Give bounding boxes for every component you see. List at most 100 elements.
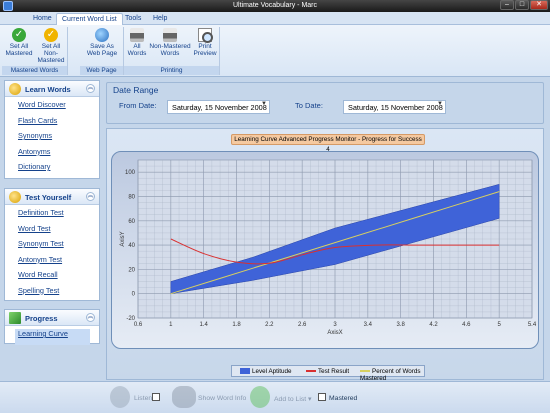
x-axis-title: AxisX bbox=[327, 330, 342, 336]
panel-progress: Progress ︽ Learning Curve bbox=[4, 309, 100, 345]
save-as-web-page-button[interactable]: Save As Web Page bbox=[84, 27, 120, 57]
link-definition-test[interactable]: Definition Test bbox=[18, 208, 99, 224]
mastered-checkbox[interactable] bbox=[318, 393, 326, 401]
panel-test-yourself: Test Yourself ︽ Definition Test Word Tes… bbox=[4, 188, 100, 301]
window-title: Ultimate Vocabulary - Marc bbox=[232, 2, 318, 9]
chart-container: Learning Curve Advanced Progress Monitor… bbox=[106, 128, 544, 382]
tab-home[interactable]: Home bbox=[28, 13, 57, 25]
group-mastered-words: ✓ Set All Mastered ✓ Set All Non-Mastere… bbox=[2, 27, 68, 75]
print-preview-button[interactable]: Print Preview bbox=[192, 27, 218, 57]
x-tick-label: 2.2 bbox=[265, 322, 274, 328]
to-date-label: To Date: bbox=[295, 101, 323, 110]
bulb-icon bbox=[9, 83, 21, 95]
link-spelling-test[interactable]: Spelling Test bbox=[18, 286, 99, 302]
close-button[interactable]: ✕ bbox=[530, 0, 548, 10]
group-printing: All Words Non-Mastered Words Print Previ… bbox=[124, 27, 220, 75]
y-tick-label: 40 bbox=[128, 243, 135, 249]
learning-curve-chart: 0.6 1 1.4 1.8 2.2 2.6 3 3.4 3.8 4.2 4.6 5 5.4 -20 0 20 4… bbox=[120, 159, 537, 336]
panel-header[interactable]: Test Yourself ︽ bbox=[5, 189, 99, 205]
link-word-recall[interactable]: Word Recall bbox=[18, 270, 99, 286]
legend-swatch-area bbox=[240, 368, 250, 375]
set-all-mastered-button[interactable]: ✓ Set All Mastered bbox=[4, 27, 34, 57]
plot-frame: 0.6 1 1.4 1.8 2.2 2.6 3 3.4 3.8 4.2 4.6 5 5.4 -20 0 20 4… bbox=[111, 151, 539, 349]
y-axis-title: AxisY bbox=[120, 231, 126, 246]
x-tick-label: 1 bbox=[169, 322, 173, 328]
bottom-toolbar: Listen Show Word Info Add to List ▾ Mast… bbox=[0, 381, 550, 413]
dropdown-arrow-icon: ▼ bbox=[261, 101, 267, 107]
mastered-label: Mastered bbox=[329, 395, 358, 402]
legend-item: Percent of Words Mastered bbox=[360, 368, 421, 382]
panel-header[interactable]: Progress ︽ bbox=[5, 310, 99, 326]
globe-icon bbox=[95, 28, 109, 42]
link-learning-curve[interactable]: Learning Curve bbox=[15, 329, 90, 345]
y-tick-label: 20 bbox=[128, 267, 135, 273]
date-range-title: Date Range bbox=[113, 85, 159, 95]
x-tick-label: 3 bbox=[333, 322, 337, 328]
x-tick-label: 4.2 bbox=[429, 322, 438, 328]
listen-checkbox[interactable] bbox=[152, 393, 160, 401]
legend-item: Test Result bbox=[306, 368, 349, 375]
speaker-icon bbox=[110, 386, 130, 408]
add-to-list-button[interactable]: Add to List ▾ bbox=[274, 395, 311, 403]
title-bar: Ultimate Vocabulary - Marc – □ ✕ bbox=[0, 0, 550, 12]
link-flash-cards[interactable]: Flash Cards bbox=[18, 116, 99, 132]
legend-item: Level Aptitude bbox=[240, 368, 292, 375]
check-icon: ✓ bbox=[44, 28, 58, 42]
x-tick-label: 1.4 bbox=[199, 322, 208, 328]
add-icon bbox=[250, 386, 270, 408]
x-tick-label: 5 bbox=[497, 322, 501, 328]
tab-current-word-list[interactable]: Current Word List bbox=[56, 13, 123, 25]
legend-swatch-mastered bbox=[360, 370, 370, 373]
x-tick-label: 1.8 bbox=[232, 322, 241, 328]
chart-icon bbox=[9, 312, 21, 324]
chart-title: Learning Curve Advanced Progress Monitor… bbox=[231, 134, 425, 153]
binoculars-icon bbox=[172, 386, 196, 408]
from-date-picker[interactable]: Saturday, 15 November 2008 ▼ bbox=[167, 100, 270, 114]
panel-learn-words: Learn Words ︽ Word Discover Flash Cards … bbox=[4, 80, 100, 179]
show-word-info-button[interactable]: Show Word Info bbox=[198, 395, 246, 402]
tab-help[interactable]: Help bbox=[148, 13, 172, 25]
print-preview-icon bbox=[198, 28, 213, 43]
y-tick-label: 60 bbox=[128, 219, 135, 225]
y-tick-label: -20 bbox=[126, 316, 135, 322]
x-tick-label: 0.6 bbox=[134, 322, 143, 328]
link-word-discover[interactable]: Word Discover bbox=[18, 100, 99, 116]
bulb-icon bbox=[9, 191, 21, 203]
link-antonyms[interactable]: Antonyms bbox=[18, 147, 99, 163]
check-icon: ✓ bbox=[12, 28, 26, 42]
link-dictionary[interactable]: Dictionary bbox=[18, 162, 99, 178]
main-content: Date Range From Date: Saturday, 15 Novem… bbox=[104, 80, 546, 382]
x-tick-label: 5.4 bbox=[528, 322, 537, 328]
ribbon-tabs: Home Current Word List Tools Help bbox=[0, 12, 550, 25]
ribbon: ✓ Set All Mastered ✓ Set All Non-Mastere… bbox=[0, 25, 550, 77]
tab-tools[interactable]: Tools bbox=[120, 13, 146, 25]
collapse-icon[interactable]: ︽ bbox=[86, 84, 95, 93]
y-tick-label: 80 bbox=[128, 194, 135, 200]
collapse-icon[interactable]: ︽ bbox=[86, 192, 95, 201]
group-label: Printing bbox=[124, 66, 219, 75]
set-all-non-mastered-button[interactable]: ✓ Set All Non-Mastered bbox=[34, 27, 68, 64]
panel-header[interactable]: Learn Words ︽ bbox=[5, 81, 99, 97]
link-synonym-test[interactable]: Synonym Test bbox=[18, 239, 99, 255]
link-synonyms[interactable]: Synonyms bbox=[18, 131, 99, 147]
minimize-button[interactable]: – bbox=[500, 0, 514, 10]
print-all-words-button[interactable]: All Words bbox=[126, 27, 148, 57]
listen-label: Listen bbox=[134, 395, 153, 402]
chart-legend: Level Aptitude Test Result Percent of Wo… bbox=[231, 365, 425, 382]
group-label: Mastered Words bbox=[2, 66, 67, 75]
printer-icon bbox=[163, 28, 177, 42]
group-label: Web Page bbox=[80, 66, 123, 75]
collapse-icon[interactable]: ︽ bbox=[86, 313, 95, 322]
x-tick-label: 3.8 bbox=[396, 322, 405, 328]
dropdown-arrow-icon: ▼ bbox=[437, 101, 443, 107]
maximize-button[interactable]: □ bbox=[515, 0, 529, 10]
link-antonym-test[interactable]: Antonym Test bbox=[18, 255, 99, 271]
to-date-picker[interactable]: Saturday, 15 November 2008 ▼ bbox=[343, 100, 446, 114]
printer-icon bbox=[130, 28, 144, 42]
x-tick-label: 3.4 bbox=[364, 322, 373, 328]
date-range-group: Date Range From Date: Saturday, 15 Novem… bbox=[106, 82, 544, 124]
legend-swatch-test bbox=[306, 370, 316, 373]
print-non-mastered-button[interactable]: Non-Mastered Words bbox=[148, 27, 192, 57]
x-tick-label: 4.6 bbox=[462, 322, 471, 328]
link-word-test[interactable]: Word Test bbox=[18, 224, 99, 240]
